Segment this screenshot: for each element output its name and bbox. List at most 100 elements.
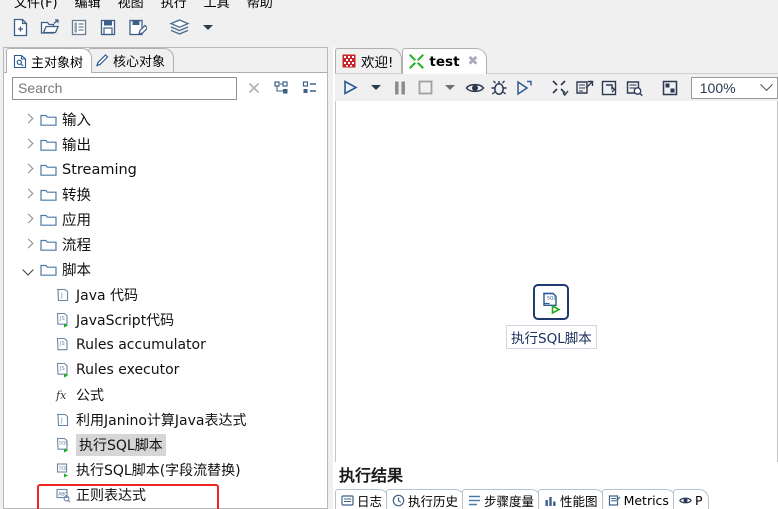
editor-panel: 欢迎! test ✖ 100% SQL 执行SQL脚本 — [333, 47, 778, 509]
tree-item-label: 脚本 — [62, 263, 91, 279]
results-tab-performance-graph[interactable]: 性能图 — [538, 489, 605, 509]
tree-item-javascript-code[interactable]: JS JavaScript代码 — [10, 307, 327, 332]
search-input[interactable] — [12, 76, 237, 100]
tree-item-label: Rules accumulator — [76, 336, 206, 353]
tree-item-rules-accumulator[interactable]: JS Rules accumulator — [10, 332, 327, 357]
results-tab-metrics[interactable]: Metrics — [601, 489, 676, 509]
grid-align-icon[interactable] — [658, 76, 682, 100]
chevron-right-icon[interactable] — [22, 138, 35, 151]
tree-item-label: 流程 — [62, 238, 91, 254]
tree-item-execute-sql-script-field-substitution[interactable]: SQL 执行SQL脚本(字段流替换) — [10, 457, 327, 482]
save-as-icon[interactable] — [124, 14, 150, 40]
script-sql-run-icon: SQL — [55, 437, 71, 453]
tree-item-execute-sql-script[interactable]: SQL 执行SQL脚本 — [10, 432, 327, 457]
tab-core-objects[interactable]: 核心对象 — [88, 48, 175, 72]
folder-icon — [40, 237, 57, 252]
replay-icon[interactable] — [512, 76, 536, 100]
transformation-canvas[interactable]: SQL 执行SQL脚本 — [335, 101, 778, 487]
tab-test[interactable]: test ✖ — [402, 48, 488, 74]
tree-item-label: 公式 — [76, 387, 104, 404]
tree-item-streaming[interactable]: Streaming — [10, 157, 327, 182]
menu-tools[interactable]: 工具 — [196, 0, 239, 11]
tree-item-janino-java-expression[interactable]: J 利用Janino计算Java表达式 — [10, 407, 327, 432]
preview-data-icon — [679, 494, 692, 507]
svg-text:SQL: SQL — [59, 465, 68, 471]
tree-item-script-folder[interactable]: 脚本 — [10, 257, 327, 282]
menu-view[interactable]: 视图 — [110, 0, 153, 11]
metrics-arrow-icon[interactable] — [573, 76, 597, 100]
results-tab-history[interactable]: 执行历史 — [386, 489, 466, 509]
folder-icon — [40, 212, 57, 227]
tree-item-input[interactable]: 输入 — [10, 107, 327, 132]
results-tab-step-metrics[interactable]: 步骤度量 — [462, 489, 542, 509]
main-toolbar — [0, 11, 778, 43]
stop-icon[interactable] — [413, 76, 437, 100]
chevron-right-icon[interactable] — [22, 238, 35, 251]
tab-welcome[interactable]: 欢迎! — [335, 48, 403, 73]
menu-file[interactable]: 文件(F) — [6, 0, 67, 11]
tree-item-java-code[interactable]: J Java 代码 — [10, 282, 327, 307]
preview-eye-icon[interactable] — [463, 76, 487, 100]
expand-all-icon[interactable] — [271, 77, 293, 99]
tree-item-output[interactable]: 输出 — [10, 132, 327, 157]
transformation-icon[interactable] — [548, 76, 572, 100]
tree-item-flow[interactable]: 流程 — [10, 232, 327, 257]
save-icon[interactable] — [95, 14, 121, 40]
results-tab-preview-data-label: P — [694, 493, 703, 508]
chevron-right-icon[interactable] — [22, 113, 35, 126]
svg-text:JS: JS — [59, 366, 65, 372]
debug-bug-icon[interactable] — [488, 76, 512, 100]
results-title: 执行结果 — [339, 466, 404, 485]
tree-item-rules-executor[interactable]: JS Rules executor — [10, 357, 327, 382]
chevron-down-icon[interactable] — [22, 263, 35, 276]
menu-help[interactable]: 帮助 — [239, 0, 282, 11]
log-icon — [341, 494, 354, 507]
chevron-right-icon[interactable] — [22, 163, 35, 176]
layers-icon[interactable] — [166, 14, 192, 40]
tree-item-transform[interactable]: 转换 — [10, 182, 327, 207]
step-metrics-icon — [468, 494, 481, 507]
results-tab-log[interactable]: 日志 — [335, 489, 390, 509]
chevron-down-icon[interactable] — [760, 78, 773, 92]
sql-export-icon[interactable] — [598, 76, 622, 100]
close-x-icon[interactable]: ✖ — [468, 54, 479, 69]
tree-item-formula[interactable]: fx 公式 — [10, 382, 327, 407]
results-panel: 执行结果 日志 执行历史 步骤度量 性能图 Metrics P — [333, 462, 778, 509]
folder-icon — [40, 162, 57, 177]
tree-item-regex[interactable]: ABC 正则表达式 — [10, 482, 327, 507]
transformation-icon — [409, 54, 425, 69]
tree-item-label: 输入 — [62, 113, 91, 129]
canvas-node-execute-sql-script[interactable]: SQL 执行SQL脚本 — [506, 284, 597, 349]
svg-text:fx: fx — [55, 389, 67, 402]
tab-main-object-tree[interactable]: 主对象树 — [6, 48, 93, 73]
menu-run[interactable]: 执行 — [153, 0, 196, 11]
tree-item-label: Java 代码 — [76, 287, 139, 304]
tab-test-label: test — [429, 53, 460, 70]
run-dropdown-caret-icon[interactable] — [364, 76, 388, 100]
menu-edit[interactable]: 编辑 — [67, 0, 110, 11]
results-tab-bar: 日志 执行历史 步骤度量 性能图 Metrics P — [335, 489, 778, 509]
explorer-icon[interactable] — [66, 14, 92, 40]
dropdown-caret-icon[interactable] — [195, 14, 221, 40]
metrics-icon — [608, 494, 621, 507]
run-play-icon[interactable] — [339, 76, 363, 100]
clear-x-icon[interactable] — [243, 77, 265, 99]
tree-document-icon — [13, 54, 27, 69]
new-file-icon[interactable] — [8, 14, 34, 40]
chevron-right-icon[interactable] — [22, 213, 35, 226]
results-tab-preview-data[interactable]: P — [672, 489, 710, 509]
tree-item-label: 执行SQL脚本(字段流替换) — [76, 462, 241, 479]
tree-item-application[interactable]: 应用 — [10, 207, 327, 232]
object-tree[interactable]: 输入 输出 Streaming 转换 应用 流程 脚本 J Java 代码 JS… — [4, 107, 327, 508]
collapse-all-icon[interactable] — [299, 77, 321, 99]
folder-icon — [40, 187, 57, 202]
performance-graph-icon — [544, 494, 557, 507]
tree-item-label: 转换 — [62, 188, 91, 204]
results-tab-log-label: 日志 — [357, 494, 383, 509]
inspect-db-icon[interactable] — [622, 76, 646, 100]
pause-icon[interactable] — [389, 76, 413, 100]
stop-dropdown-caret-icon[interactable] — [438, 76, 462, 100]
zoom-select[interactable]: 100% — [690, 76, 778, 99]
open-folder-icon[interactable] — [37, 14, 63, 40]
chevron-right-icon[interactable] — [22, 188, 35, 201]
